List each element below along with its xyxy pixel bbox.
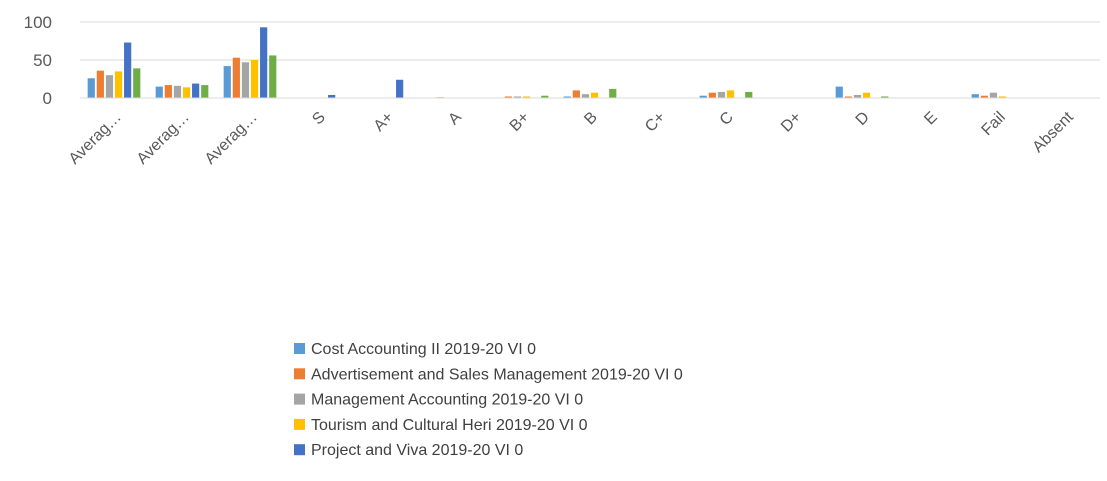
x-tick-label: Averag…	[134, 109, 193, 168]
bar	[717, 91, 726, 98]
bar	[989, 92, 998, 98]
bar	[708, 92, 716, 98]
bars	[87, 27, 1007, 98]
gridlines	[80, 21, 1100, 61]
bar	[173, 85, 182, 98]
y-tick-label: 100	[24, 13, 52, 32]
x-tick-label: D+	[778, 109, 805, 136]
legend: Cost Accounting II 2019-20 VI 0 Advertise…	[294, 341, 683, 459]
bar	[745, 91, 753, 98]
bar	[182, 87, 191, 98]
x-tick-label: S	[309, 109, 329, 129]
y-tick-label: 50	[33, 51, 52, 70]
bar	[223, 66, 231, 98]
bar	[164, 85, 172, 98]
y-tick-label: 0	[43, 89, 52, 108]
x-axis-category-labels: Averag… Averag… Averag… S A+ A B+ B C+ C D+ D E Fail A…	[66, 108, 1077, 167]
x-tick-label: Absent	[1030, 108, 1078, 156]
bar	[105, 75, 114, 98]
x-tick-label: Fail	[979, 109, 1009, 139]
bar	[726, 90, 735, 98]
legend-swatch	[294, 444, 305, 456]
bar	[260, 27, 268, 98]
bar	[155, 86, 163, 98]
x-tick-label: C	[717, 109, 737, 129]
legend-label: Cost Accounting II 2019-20 VI 0	[311, 341, 536, 358]
legend-label: Advertisement and Sales Management 2019-…	[311, 366, 683, 383]
bar	[232, 57, 240, 98]
x-tick-label: A	[445, 109, 465, 129]
bar	[572, 90, 580, 98]
bar	[971, 94, 979, 98]
bar	[192, 83, 200, 98]
x-tick-label: B+	[507, 109, 533, 135]
y-axis-ticks: 0 50 100	[24, 13, 52, 108]
bar	[862, 92, 871, 98]
x-tick-label: B	[581, 109, 601, 129]
legend-item: Advertisement and Sales Management 2019-…	[294, 366, 683, 383]
x-tick-label: Averag…	[202, 109, 261, 168]
legend-label: Project and Viva 2019-20 VI 0	[311, 442, 523, 459]
bar	[609, 88, 617, 98]
bar	[114, 71, 123, 98]
legend-swatch	[294, 393, 305, 405]
x-tick-label: C+	[642, 109, 669, 136]
bar	[269, 55, 277, 98]
bar	[396, 79, 404, 98]
legend-item: Tourism and Cultural Heri 2019-20 VI 0	[294, 417, 588, 434]
bar	[835, 86, 843, 98]
bar	[590, 92, 599, 98]
legend-swatch	[294, 343, 305, 354]
bar	[250, 60, 259, 98]
bar	[124, 42, 132, 98]
bar	[201, 85, 209, 98]
bar	[133, 68, 141, 98]
bar	[241, 62, 250, 98]
legend-label: Management Accounting 2019-20 VI 0	[311, 392, 583, 409]
legend-item: Cost Accounting II 2019-20 VI 0	[294, 341, 536, 358]
bar-chart: 050100 Averag… Averag… Averag… S A+ A B+ B C+ C D+…	[24, 13, 1100, 459]
legend-label: Tourism and Cultural Heri 2019-20 VI 0	[311, 417, 588, 434]
x-tick-label: D	[853, 109, 873, 129]
x-tick-label: A+	[371, 109, 397, 135]
chart-container: 0 50 100 Averag… Averag… Averag… S A+ A B+ B C+ C D+…	[0, 0, 1107, 481]
legend-swatch	[294, 418, 305, 430]
legend-swatch	[294, 368, 305, 380]
x-tick-label: E	[921, 109, 941, 129]
bar	[96, 70, 104, 98]
legend-item: Project and Viva 2019-20 VI 0	[294, 442, 523, 459]
x-tick-label: Averag…	[66, 109, 125, 168]
bar	[581, 94, 590, 98]
legend-item: Management Accounting 2019-20 VI 0	[294, 392, 583, 409]
bar	[87, 78, 95, 98]
